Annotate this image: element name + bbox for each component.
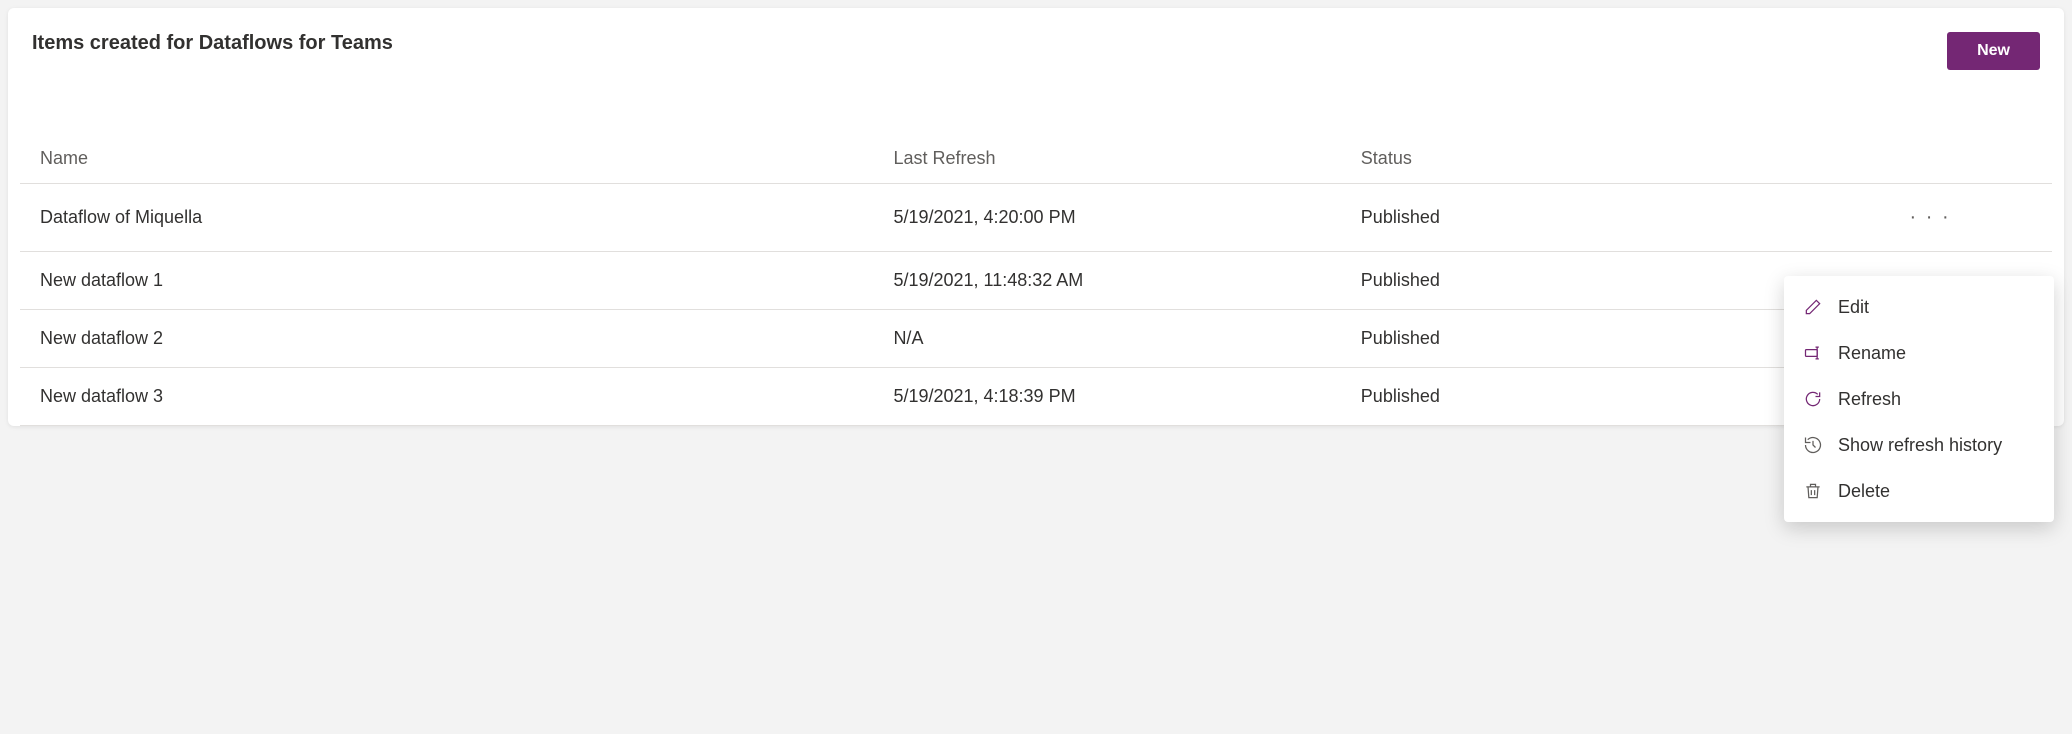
cell-status: Published	[1341, 368, 1808, 426]
cell-name[interactable]: New dataflow 1	[20, 252, 873, 310]
cell-last-refresh: 5/19/2021, 4:20:00 PM	[873, 184, 1340, 252]
cell-status: Published	[1341, 252, 1808, 310]
more-horizontal-icon: · · ·	[1910, 206, 1951, 228]
table-row: New dataflow 1 5/19/2021, 11:48:32 AM Pu…	[20, 252, 2052, 310]
cell-name[interactable]: New dataflow 2	[20, 310, 873, 368]
more-options-button[interactable]: · · ·	[1902, 202, 1959, 233]
cell-status: Published	[1341, 310, 1808, 368]
trash-icon	[1802, 480, 1824, 502]
menu-item-show-refresh-history[interactable]: Show refresh history	[1784, 422, 2054, 468]
table-row: Dataflow of Miquella 5/19/2021, 4:20:00 …	[20, 184, 2052, 252]
history-icon	[1802, 434, 1824, 456]
dataflows-table: Name Last Refresh Status Dataflow of Miq…	[20, 134, 2052, 426]
menu-item-label: Delete	[1838, 481, 1890, 502]
cell-name[interactable]: Dataflow of Miquella	[20, 184, 873, 252]
refresh-icon	[1802, 388, 1824, 410]
cell-last-refresh: 5/19/2021, 11:48:32 AM	[873, 252, 1340, 310]
column-header-status[interactable]: Status	[1341, 134, 1808, 184]
menu-item-label: Refresh	[1838, 389, 1901, 410]
dataflows-panel: Items created for Dataflows for Teams Ne…	[8, 8, 2064, 426]
cell-status: Published	[1341, 184, 1808, 252]
table-row: New dataflow 2 N/A Published	[20, 310, 2052, 368]
cell-actions: · · ·	[1808, 184, 2052, 252]
column-header-name[interactable]: Name	[20, 134, 873, 184]
menu-item-delete[interactable]: Delete	[1784, 468, 2054, 514]
menu-item-label: Show refresh history	[1838, 435, 2002, 456]
panel-header: Items created for Dataflows for Teams Ne…	[20, 32, 2052, 94]
column-header-last-refresh[interactable]: Last Refresh	[873, 134, 1340, 184]
pencil-icon	[1802, 296, 1824, 318]
menu-item-rename[interactable]: Rename	[1784, 330, 2054, 376]
panel-title: Items created for Dataflows for Teams	[32, 32, 393, 55]
rename-icon	[1802, 342, 1824, 364]
cell-last-refresh: N/A	[873, 310, 1340, 368]
menu-item-label: Edit	[1838, 297, 1869, 318]
menu-item-label: Rename	[1838, 343, 1906, 364]
column-header-actions	[1808, 134, 2052, 184]
menu-item-refresh[interactable]: Refresh	[1784, 376, 2054, 422]
context-menu: Edit Rename Refresh Show refresh history…	[1784, 276, 2054, 522]
menu-item-edit[interactable]: Edit	[1784, 284, 2054, 330]
cell-last-refresh: 5/19/2021, 4:18:39 PM	[873, 368, 1340, 426]
new-button[interactable]: New	[1947, 32, 2040, 70]
cell-name[interactable]: New dataflow 3	[20, 368, 873, 426]
table-row: New dataflow 3 5/19/2021, 4:18:39 PM Pub…	[20, 368, 2052, 426]
